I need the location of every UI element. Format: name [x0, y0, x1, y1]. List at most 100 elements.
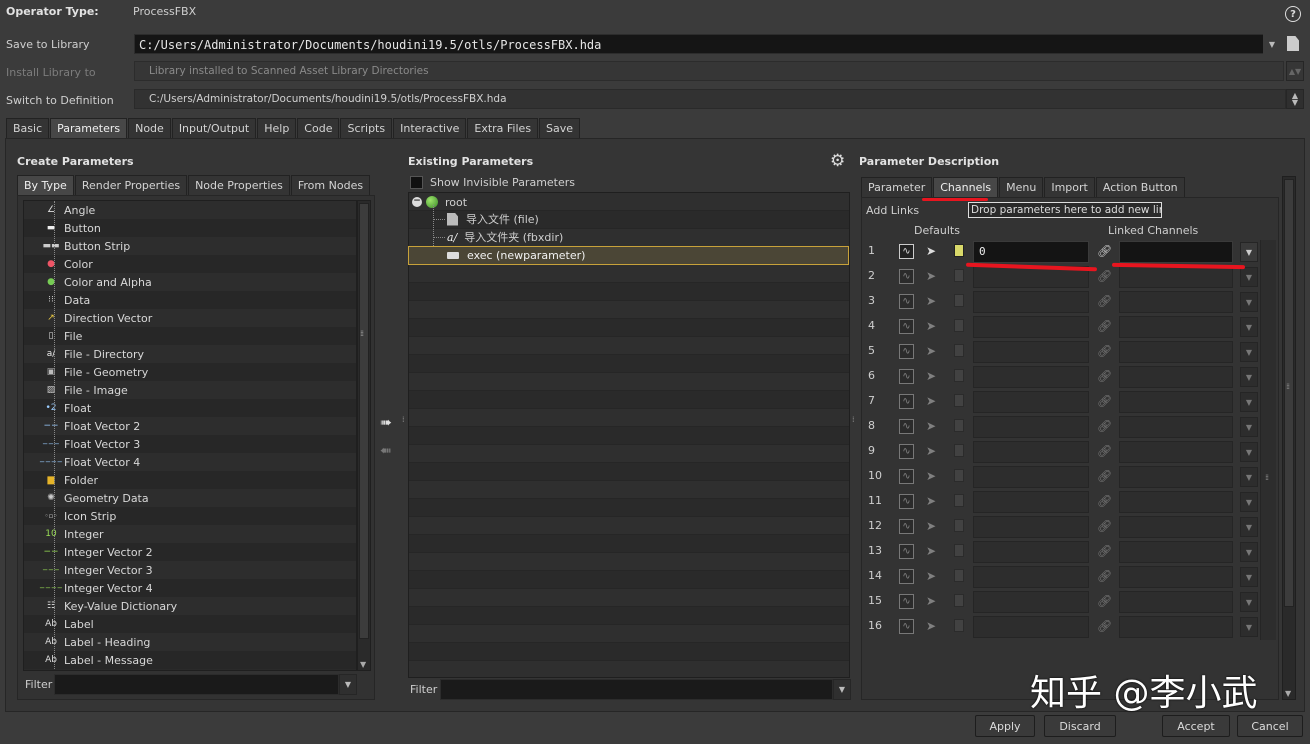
- link-icon[interactable]: 🔗︎: [1097, 594, 1112, 609]
- collapse-icon[interactable]: −: [412, 197, 422, 207]
- linked-channel-field[interactable]: [1119, 316, 1233, 338]
- tab-help[interactable]: Help: [257, 118, 297, 138]
- linked-channel-dropdown[interactable]: ▼: [1240, 492, 1258, 512]
- default-value-field[interactable]: [973, 516, 1089, 538]
- parameter-type-item[interactable]: −− Float Vector 2: [24, 417, 356, 435]
- linked-channel-dropdown[interactable]: ▼: [1240, 467, 1258, 487]
- linked-channel-dropdown[interactable]: ▼: [1240, 317, 1258, 337]
- pointer-arrow-icon[interactable]: ➤: [926, 319, 941, 334]
- expression-icon[interactable]: ∿: [899, 369, 914, 384]
- pointer-arrow-icon[interactable]: ➤: [926, 294, 941, 309]
- parameter-type-item[interactable]: ● Color: [24, 255, 356, 273]
- discard-button[interactable]: Discard: [1044, 715, 1116, 737]
- parameter-type-item[interactable]: ↗ Direction Vector: [24, 309, 356, 327]
- tab-parameter[interactable]: Parameter: [861, 177, 933, 197]
- parameter-type-item[interactable]: ✺ Geometry Data: [24, 489, 356, 507]
- parameter-type-item[interactable]: ∠ Angle: [24, 201, 356, 219]
- tab-from-nodes[interactable]: From Nodes: [290, 175, 371, 195]
- link-icon[interactable]: 🔗︎: [1097, 569, 1112, 584]
- parameter-type-item[interactable]: 10 Integer: [24, 525, 356, 543]
- link-icon[interactable]: 🔗︎: [1097, 469, 1112, 484]
- switch-definition-combo[interactable]: C:/Users/Administrator/Documents/houdini…: [134, 89, 1286, 109]
- tab-basic[interactable]: Basic: [6, 118, 50, 138]
- accept-button[interactable]: Accept: [1162, 715, 1230, 737]
- pointer-arrow-icon[interactable]: ➤: [926, 244, 941, 259]
- link-icon[interactable]: 🔗︎: [1097, 519, 1112, 534]
- pointer-arrow-icon[interactable]: ➤: [926, 594, 941, 609]
- expression-icon[interactable]: ∿: [899, 344, 914, 359]
- default-value-field[interactable]: [973, 391, 1089, 413]
- save-to-library-field[interactable]: C:/Users/Administrator/Documents/houdini…: [134, 34, 1264, 54]
- parameter-type-item[interactable]: Ab Label: [24, 615, 356, 633]
- splitter-grip-right[interactable]: ⁞: [852, 415, 854, 424]
- tab-import[interactable]: Import: [1044, 177, 1095, 197]
- expression-icon[interactable]: ∿: [899, 269, 914, 284]
- link-icon[interactable]: 🔗︎: [1097, 369, 1112, 384]
- parameter-type-item[interactable]: ▬▬ Button Strip: [24, 237, 356, 255]
- linked-channel-dropdown[interactable]: ▼: [1240, 617, 1258, 637]
- remove-parameter-arrow-icon[interactable]: ➠: [380, 443, 392, 459]
- question-circle-icon[interactable]: ?: [1285, 6, 1301, 22]
- drop-links-hint[interactable]: Drop parameters here to add new links: [968, 202, 1162, 218]
- parameter-type-item[interactable]: −−−− Float Vector 4: [24, 453, 356, 471]
- channel-menu-icon[interactable]: [954, 244, 964, 257]
- linked-channel-dropdown[interactable]: ▼: [1240, 392, 1258, 412]
- default-value-field[interactable]: [973, 466, 1089, 488]
- tab-by-type[interactable]: By Type: [17, 175, 74, 195]
- default-value-field[interactable]: [973, 416, 1089, 438]
- linked-channel-field[interactable]: [1119, 541, 1233, 563]
- pointer-arrow-icon[interactable]: ➤: [926, 394, 941, 409]
- create-filter-dropdown[interactable]: ▼: [339, 674, 357, 695]
- link-icon[interactable]: 🔗︎: [1097, 544, 1112, 559]
- linked-channel-dropdown[interactable]: ▼: [1240, 542, 1258, 562]
- parameter-type-item[interactable]: −−−− Integer Vector 4: [24, 579, 356, 597]
- tab-interactive[interactable]: Interactive: [393, 118, 467, 138]
- pointer-arrow-icon[interactable]: ➤: [926, 544, 941, 559]
- tab-channels[interactable]: Channels: [933, 177, 999, 197]
- channel-menu-icon[interactable]: [954, 444, 964, 457]
- tree-root[interactable]: − root: [412, 193, 467, 211]
- tree-item-fbxdir[interactable]: a/ 导入文件夹 (fbxdir): [447, 228, 563, 246]
- pointer-arrow-icon[interactable]: ➤: [926, 469, 941, 484]
- pointer-arrow-icon[interactable]: ➤: [926, 494, 941, 509]
- parameter-type-item[interactable]: ▆ Folder: [24, 471, 356, 489]
- splitter-grip-left[interactable]: ⁞: [402, 415, 404, 424]
- file-browse-icon[interactable]: [1287, 36, 1299, 51]
- expression-icon[interactable]: ∿: [899, 394, 914, 409]
- linked-channel-field[interactable]: [1119, 441, 1233, 463]
- link-icon[interactable]: 🔗︎: [1097, 294, 1112, 309]
- parameter-type-item[interactable]: Ab Label - Message: [24, 651, 356, 669]
- pointer-arrow-icon[interactable]: ➤: [926, 344, 941, 359]
- linked-channel-field[interactable]: [1119, 466, 1233, 488]
- expression-icon[interactable]: ∿: [899, 294, 914, 309]
- linked-channel-field[interactable]: [1119, 266, 1233, 288]
- linked-channel-field[interactable]: [1119, 341, 1233, 363]
- tab-input-output[interactable]: Input/Output: [171, 118, 257, 138]
- channel-menu-icon[interactable]: [954, 594, 964, 607]
- pointer-arrow-icon[interactable]: ➤: [926, 444, 941, 459]
- default-value-field[interactable]: [973, 366, 1089, 388]
- expression-icon[interactable]: ∿: [899, 444, 914, 459]
- linked-channel-dropdown[interactable]: ▼: [1240, 417, 1258, 437]
- expression-icon[interactable]: ∿: [899, 419, 914, 434]
- default-value-field[interactable]: [973, 291, 1089, 313]
- parameter-type-item[interactable]: −−− Float Vector 3: [24, 435, 356, 453]
- tab-menu[interactable]: Menu: [999, 177, 1044, 197]
- linked-channel-dropdown[interactable]: ▼: [1240, 292, 1258, 312]
- tab-code[interactable]: Code: [297, 118, 340, 138]
- existing-filter-dropdown[interactable]: ▼: [833, 679, 851, 700]
- link-icon[interactable]: 🔗︎: [1097, 244, 1112, 259]
- linked-channel-field[interactable]: [1119, 516, 1233, 538]
- expression-icon[interactable]: ∿: [899, 619, 914, 634]
- linked-channel-dropdown[interactable]: ▼: [1240, 367, 1258, 387]
- linked-channel-field[interactable]: [1119, 491, 1233, 513]
- channel-menu-icon[interactable]: [954, 569, 964, 582]
- tab-save[interactable]: Save: [539, 118, 581, 138]
- add-parameter-arrow-icon[interactable]: ➠: [380, 415, 392, 431]
- parameter-type-item[interactable]: ⁝⁝ Data: [24, 291, 356, 309]
- parameter-description-scrollbar[interactable]: ⁞⁞ ▼: [1282, 176, 1296, 700]
- tab-scripts[interactable]: Scripts: [340, 118, 393, 138]
- linked-channel-field[interactable]: [1119, 366, 1233, 388]
- linked-channel-dropdown[interactable]: ▼: [1240, 242, 1258, 262]
- show-invisible-checkbox[interactable]: [410, 176, 423, 189]
